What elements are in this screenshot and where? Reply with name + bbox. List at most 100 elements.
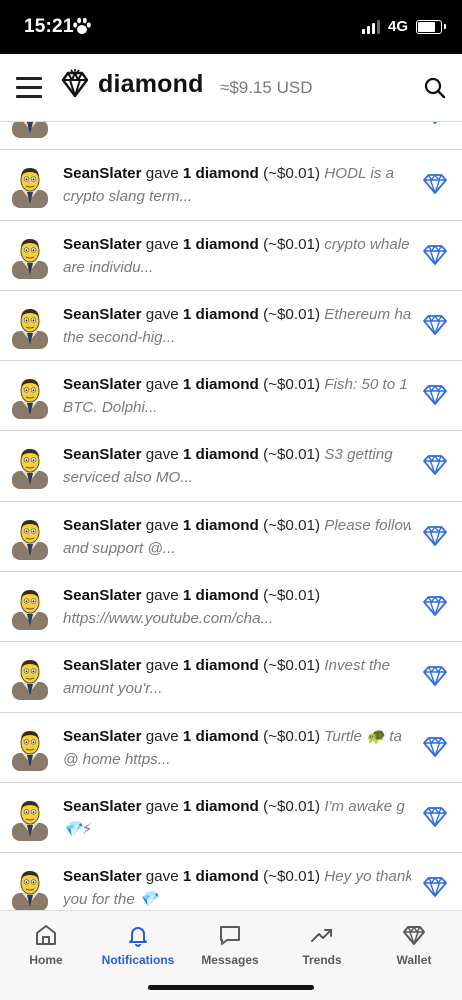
notification-message: Hey yo thank <box>324 868 411 886</box>
notification-amount: 1 diamond <box>182 797 259 815</box>
notification-amount: 1 diamond <box>182 305 259 323</box>
notification-action: gave <box>141 727 183 745</box>
nav-trends[interactable]: Trends <box>276 923 368 967</box>
notification-value: (~$0.01) <box>258 376 325 394</box>
notification-user[interactable]: SeanSlater <box>63 517 142 534</box>
notifications-feed[interactable]: coin that☒... SeanSlater gave 1 diamond … <box>0 122 462 910</box>
notification-line-2: crypto slang term... <box>63 188 193 206</box>
avatar[interactable] <box>10 375 50 420</box>
notification-text: SeanSlater gave 1 diamond (~$0.01) https… <box>63 584 411 630</box>
notification-text: SeanSlater gave 1 diamond (~$0.01) Turtl… <box>63 725 411 771</box>
notification-line-1: SeanSlater gave 1 diamond (~$0.01) Inves… <box>63 654 411 677</box>
notification-item[interactable]: SeanSlater gave 1 diamond (~$0.01) https… <box>0 572 462 643</box>
notification-user[interactable]: SeanSlater <box>63 446 142 463</box>
notification-text: SeanSlater gave 1 diamond (~$0.01) I'm a… <box>63 795 411 841</box>
notification-item[interactable]: SeanSlater gave 1 diamond (~$0.01) Ether… <box>0 291 462 362</box>
notification-user[interactable]: SeanSlater <box>63 376 142 393</box>
notification-value: (~$0.01) <box>258 516 325 534</box>
notification-item[interactable]: SeanSlater gave 1 diamond (~$0.01) Turtl… <box>0 713 462 783</box>
notification-item[interactable]: SeanSlater gave 1 diamond (~$0.01) Fish:… <box>0 361 462 432</box>
notification-message: HODL is a <box>324 165 395 183</box>
diamond-icon <box>423 385 447 406</box>
notification-item[interactable]: coin that☒... <box>0 122 462 151</box>
diamond-icon <box>423 314 447 335</box>
notification-action: gave <box>141 797 183 815</box>
avatar[interactable] <box>10 516 50 560</box>
notification-item[interactable]: SeanSlater gave 1 diamond (~$0.01) I'm a… <box>0 783 462 854</box>
notification-line-2: https://www.youtube.com/cha... <box>63 610 274 628</box>
notification-item[interactable]: SeanSlater gave 1 diamond (~$0.01) crypt… <box>0 221 462 291</box>
avatar[interactable] <box>10 656 50 701</box>
home-icon <box>36 925 56 945</box>
notification-amount: 1 diamond <box>182 165 259 183</box>
notification-line-2: the second-hig... <box>63 328 176 346</box>
nav-home[interactable]: Home <box>0 923 92 967</box>
hamburger-menu-icon[interactable] <box>16 77 42 99</box>
notification-text: SeanSlater gave 1 diamond (~$0.01) Inves… <box>63 654 411 700</box>
notification-message: I'm awake g <box>324 797 405 815</box>
signal-icon <box>361 19 380 34</box>
notification-action: gave <box>141 657 183 675</box>
search-icon[interactable] <box>424 77 446 99</box>
nav-messages[interactable]: Messages <box>184 923 276 967</box>
notification-item[interactable]: SeanSlater gave 1 diamond (~$0.01) Hey y… <box>0 853 462 910</box>
notification-line-1: SeanSlater gave 1 diamond (~$0.01) HODL … <box>63 162 411 185</box>
diamond-icon <box>423 877 447 898</box>
diamond-icon <box>423 596 447 616</box>
notification-line-2: amount you'r... <box>63 680 163 698</box>
nav-messages-label: Messages <box>201 953 259 967</box>
diamond-icon <box>423 244 447 265</box>
notification-item[interactable]: SeanSlater gave 1 diamond (~$0.01) Inves… <box>0 642 462 713</box>
notification-user[interactable]: SeanSlater <box>63 236 142 253</box>
avatar[interactable] <box>10 235 50 279</box>
notification-message: Invest the <box>324 657 391 675</box>
notification-amount: 1 diamond <box>182 868 259 886</box>
notification-user[interactable]: SeanSlater <box>63 165 142 182</box>
diamond-icon <box>432 122 438 124</box>
diamond-logo-icon <box>61 69 89 98</box>
notification-value: (~$0.01) <box>258 305 325 323</box>
notification-user[interactable]: SeanSlater <box>63 587 142 604</box>
notification-value: (~$0.01) <box>258 797 325 815</box>
notification-user[interactable]: SeanSlater <box>63 728 142 745</box>
nav-notifications[interactable]: Notifications <box>92 923 184 967</box>
notification-item[interactable]: SeanSlater gave 1 diamond (~$0.01) HODL … <box>0 150 462 221</box>
notification-user[interactable]: SeanSlater <box>63 657 142 674</box>
notification-action: gave <box>141 376 183 394</box>
notification-message: Please follow <box>324 516 411 534</box>
notification-line-1: SeanSlater gave 1 diamond (~$0.01) I'm a… <box>63 795 411 818</box>
status-time: 15:21 <box>24 16 74 37</box>
notification-user[interactable]: SeanSlater <box>63 868 142 885</box>
avatar[interactable] <box>10 586 50 631</box>
notification-line-1: SeanSlater gave 1 diamond (~$0.01) S3 ge… <box>63 443 411 466</box>
notification-item[interactable]: SeanSlater gave 1 diamond (~$0.01) Pleas… <box>0 502 462 573</box>
notification-item[interactable]: SeanSlater gave 1 diamond (~$0.01) S3 ge… <box>0 431 462 502</box>
avatar[interactable] <box>10 797 50 841</box>
notification-message: Ethereum has <box>324 305 411 323</box>
status-bar: 15:21 4G <box>0 0 462 54</box>
notification-action: gave <box>141 446 183 464</box>
notification-user[interactable]: SeanSlater <box>63 798 142 815</box>
avatar[interactable] <box>10 727 50 771</box>
avatar[interactable] <box>10 122 50 138</box>
avatar[interactable] <box>10 164 50 209</box>
nav-trends-label: Trends <box>302 953 342 967</box>
avatar[interactable] <box>10 305 50 349</box>
logo[interactable]: diamond <box>60 69 204 99</box>
notification-action: gave <box>141 165 183 183</box>
notification-amount: 1 diamond <box>182 376 259 394</box>
notification-line-1: SeanSlater gave 1 diamond (~$0.01) Fish:… <box>63 373 411 396</box>
notification-user[interactable]: SeanSlater <box>63 306 142 323</box>
avatar[interactable] <box>10 445 50 490</box>
diamond-icon <box>423 666 447 687</box>
notification-value: (~$0.01) <box>258 868 325 886</box>
nav-wallet[interactable]: Wallet <box>368 923 460 967</box>
notification-value: (~$0.01) <box>258 727 325 745</box>
diamond-icon <box>423 174 447 195</box>
notification-line-2: serviced also MO... <box>63 469 193 487</box>
avatar[interactable] <box>10 867 50 910</box>
notification-text: SeanSlater gave 1 diamond (~$0.01) Ether… <box>63 303 411 349</box>
notification-line-1: SeanSlater gave 1 diamond (~$0.01) Hey y… <box>63 865 411 888</box>
diamond-icon <box>423 807 447 827</box>
diamond-icon <box>423 525 447 546</box>
